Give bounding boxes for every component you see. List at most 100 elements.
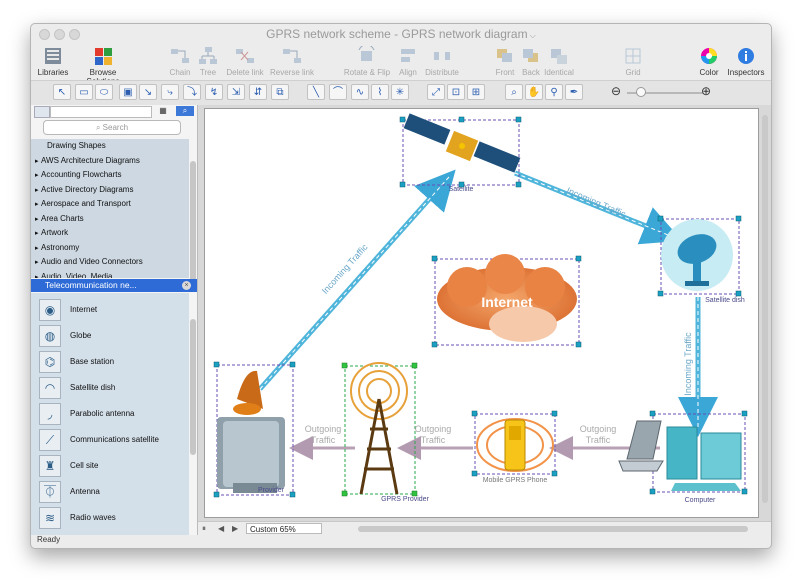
tree-label: Tree xyxy=(199,68,217,77)
mobile-phone-shape[interactable]: Mobile GPRS Phone xyxy=(474,413,556,484)
shape-item[interactable]: ≋ Radio waves xyxy=(37,507,187,531)
zoom-fit-icon[interactable]: ⤢ xyxy=(427,84,445,100)
inspectors-label: Inspectors xyxy=(727,68,765,77)
library-item[interactable]: ▸ Area Charts xyxy=(31,212,189,227)
freehand-tool-icon[interactable]: ✳ xyxy=(391,84,409,100)
shape-item[interactable]: ⏁ Antenna xyxy=(37,481,187,505)
tree-button[interactable]: Tree xyxy=(195,46,221,77)
canvas-horizontal-scrollbar[interactable] xyxy=(358,526,748,532)
search-mode-icon[interactable]: ⌕ xyxy=(176,106,194,116)
pause-icon[interactable]: ⏸ xyxy=(202,524,206,534)
library-item[interactable]: Drawing Shapes xyxy=(31,139,189,154)
grid-button[interactable]: Grid xyxy=(621,46,645,77)
computer-shape[interactable]: Computer xyxy=(618,413,746,504)
library-item[interactable]: ▸ Active Directory Diagrams xyxy=(31,183,189,198)
close-library-icon[interactable]: × xyxy=(182,281,191,290)
traffic-label-3: Traffic xyxy=(586,435,611,445)
shape-item[interactable]: ⌬ Base station xyxy=(37,351,187,375)
curve-tool-icon[interactable]: ∿ xyxy=(351,84,369,100)
library-item[interactable]: ▸ Aerospace and Transport xyxy=(31,197,189,212)
library-item[interactable]: ▸ Astronomy xyxy=(31,241,189,256)
zoom-page-icon[interactable]: ⊞ xyxy=(467,84,485,100)
elbow-connector-icon[interactable]: ⤵ xyxy=(183,84,201,100)
canvas-vertical-scrollbar[interactable] xyxy=(762,115,768,503)
shape-list-scrollbar[interactable] xyxy=(190,319,196,455)
selected-library-bar[interactable]: Telecommunication ne... × xyxy=(31,279,197,292)
pan-hand-icon[interactable]: ✋ xyxy=(525,84,543,100)
zoom-in-icon[interactable]: ⊕ xyxy=(701,84,711,98)
minimize-window-button[interactable] xyxy=(54,29,65,40)
rotate-flip-button[interactable]: Rotate & Flip xyxy=(343,46,391,77)
title-bar: GPRS network scheme - GPRS network diagr… xyxy=(31,24,771,44)
zoom-slider-knob[interactable] xyxy=(636,87,646,97)
shape-item[interactable]: ◉ Internet xyxy=(37,299,187,323)
shape-item[interactable]: ⟋ Communications satellite xyxy=(37,429,187,453)
rectangle-tool-icon[interactable]: ▭ xyxy=(75,84,93,100)
provider-shape[interactable]: Provider xyxy=(216,364,294,496)
satellite-shape[interactable]: Satellite xyxy=(402,113,521,193)
diagram-canvas[interactable]: Satellite Satellite dish Internet Provid… xyxy=(204,108,759,518)
diagram-svg: Satellite Satellite dish Internet Provid… xyxy=(213,113,748,504)
page-prev-icon[interactable]: ◀ xyxy=(218,524,224,533)
library-item[interactable]: ▸ AWS Architecture Diagrams xyxy=(31,154,189,169)
zoom-window-button[interactable] xyxy=(69,29,80,40)
shape-item[interactable]: ◠ Satellite dish xyxy=(37,377,187,401)
library-item[interactable]: ▸ Artwork xyxy=(31,226,189,241)
incoming-traffic-label-1: Incoming Traffic xyxy=(320,242,370,296)
zoom-selection-icon[interactable]: ⊡ xyxy=(447,84,465,100)
title-chevron-icon[interactable]: ⌵ xyxy=(528,31,536,40)
library-list-scrollbar[interactable] xyxy=(190,161,196,281)
eyedropper-icon[interactable]: ✒ xyxy=(565,84,583,100)
computer-label: Computer xyxy=(685,497,716,504)
connector-tool-icon[interactable]: ↘ xyxy=(139,84,157,100)
back-label: Back xyxy=(522,68,540,77)
internet-cloud-shape[interactable]: Internet xyxy=(434,254,580,346)
chain-connector-icon[interactable]: ⇵ xyxy=(249,84,267,100)
close-window-button[interactable] xyxy=(39,29,50,40)
library-view-bar: ▦ ⌕ xyxy=(32,106,198,118)
pointer-tool-icon[interactable]: ↖ xyxy=(53,84,71,100)
shape-item[interactable]: ◞ Parabolic antenna xyxy=(37,403,187,427)
magnifier-icon[interactable]: ⌕ xyxy=(505,84,523,100)
identical-button[interactable]: Identical xyxy=(543,46,575,77)
color-button[interactable]: Color xyxy=(697,46,721,77)
library-item-label: Audio and Video Connectors xyxy=(41,257,143,266)
reverse-link-label: Reverse link xyxy=(269,68,314,77)
reverse-link-button[interactable]: Reverse link xyxy=(269,46,315,77)
search-input[interactable]: ⌕ Search xyxy=(43,120,181,135)
libraries-button[interactable]: Libraries xyxy=(35,46,71,77)
distribute-icon xyxy=(434,52,450,60)
arc-tool-icon[interactable]: ⌒ xyxy=(329,84,347,100)
zoom-select[interactable]: Custom 65% xyxy=(246,523,322,534)
library-tree-icon[interactable] xyxy=(34,106,50,118)
line-tool-icon[interactable]: ╲ xyxy=(307,84,325,100)
tree-connector-icon[interactable]: ⇲ xyxy=(227,84,245,100)
library-item[interactable]: ▸ Accounting Flowcharts xyxy=(31,168,189,183)
round-connector-icon[interactable]: ↯ xyxy=(205,84,223,100)
shape-item[interactable]: ◍ Globe xyxy=(37,325,187,349)
page-next-icon[interactable]: ▶ xyxy=(232,524,238,533)
satellite-dish-shape[interactable]: Satellite dish xyxy=(660,218,745,304)
shape-item[interactable]: ♜ Cell site xyxy=(37,455,187,479)
zoom-out-icon[interactable]: ⊖ xyxy=(611,84,621,98)
stamp-tool-icon[interactable]: ⚲ xyxy=(545,84,563,100)
library-item[interactable]: ▸ Audio, Video, Media xyxy=(31,270,189,279)
grid-view-icon[interactable]: ▦ xyxy=(156,106,170,116)
ellipse-tool-icon[interactable]: ⬭ xyxy=(95,84,113,100)
delete-link-button[interactable]: Delete link xyxy=(223,46,267,77)
back-button[interactable]: Back xyxy=(519,46,543,77)
chain-button[interactable]: Chain xyxy=(165,46,195,77)
distribute-button[interactable]: Distribute xyxy=(423,46,461,77)
shape-thumbnail-icon: ◠ xyxy=(39,377,61,399)
library-item[interactable]: ▸ Audio and Video Connectors xyxy=(31,255,189,270)
zoom-value: Custom 65% xyxy=(250,525,296,534)
text-tool-icon[interactable]: ▣ xyxy=(119,84,137,100)
bezier-tool-icon[interactable]: ⌇ xyxy=(371,84,389,100)
front-button[interactable]: Front xyxy=(493,46,517,77)
smart-connector-icon[interactable]: ⤷ xyxy=(161,84,179,100)
inspectors-button[interactable]: Inspectors xyxy=(725,46,767,77)
align-button[interactable]: Align xyxy=(395,46,421,77)
library-filter-field[interactable] xyxy=(50,106,152,118)
shape-connector-icon[interactable]: ⧉ xyxy=(271,84,289,100)
search-icon: ⌕ xyxy=(95,123,103,132)
